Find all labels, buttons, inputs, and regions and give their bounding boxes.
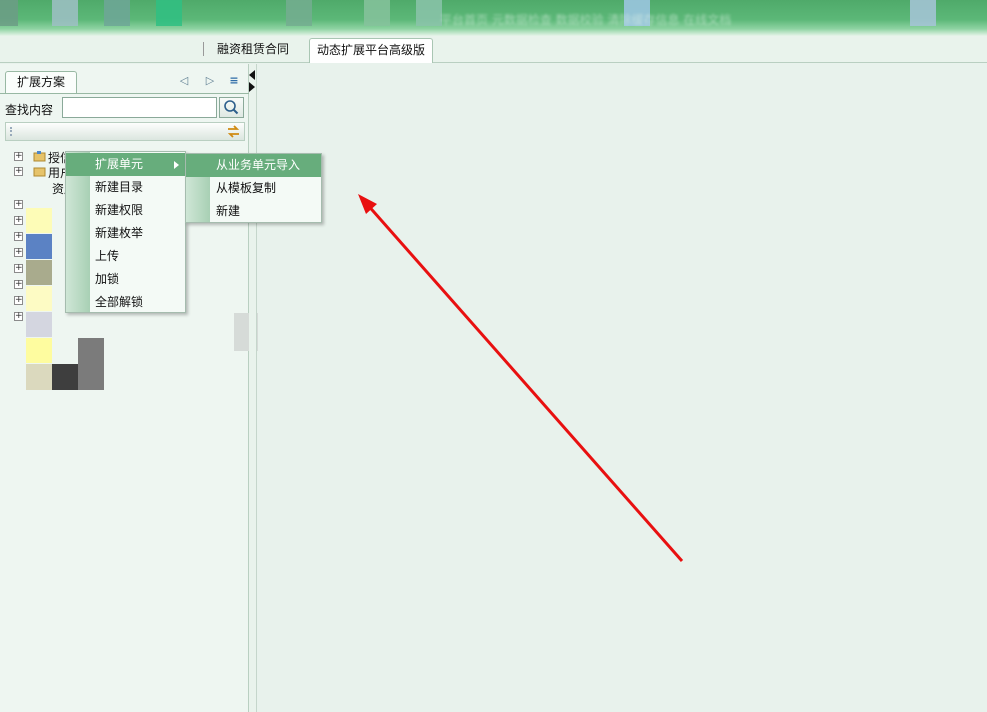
expand-icon[interactable]: + bbox=[14, 216, 23, 225]
blurred-region bbox=[156, 0, 182, 26]
submenu-item-new[interactable]: 新建 bbox=[186, 200, 321, 223]
menu-item-new-permission[interactable]: 新建权限 bbox=[66, 199, 185, 222]
submenu-item-copy-from-template[interactable]: 从模板复制 bbox=[186, 177, 321, 200]
folder-icon bbox=[33, 151, 46, 162]
blurred-region bbox=[0, 0, 18, 26]
search-icon bbox=[224, 100, 239, 115]
blurred-region bbox=[78, 338, 104, 390]
divider bbox=[0, 93, 249, 94]
tree-toolbar bbox=[5, 122, 245, 141]
context-submenu: 从业务单元导入 从模板复制 新建 bbox=[185, 153, 322, 223]
menu-item-new-enum[interactable]: 新建枚举 bbox=[66, 222, 185, 245]
tab-dynamic-extension-platform[interactable]: 动态扩展平台高级版 bbox=[309, 38, 434, 63]
refresh-icon bbox=[227, 125, 240, 138]
tab-separator bbox=[203, 42, 204, 56]
collapse-left-icon[interactable] bbox=[249, 70, 255, 80]
blurred-region bbox=[104, 0, 130, 26]
expand-icon[interactable]: + bbox=[14, 232, 23, 241]
blurred-region bbox=[52, 0, 78, 26]
expand-icon[interactable]: + bbox=[14, 200, 23, 209]
blurred-region bbox=[26, 234, 52, 259]
blurred-region bbox=[910, 0, 936, 26]
toolbar-grip[interactable] bbox=[10, 127, 13, 136]
menu-item-unlock-all[interactable]: 全部解锁 bbox=[66, 291, 185, 314]
blurred-region bbox=[26, 208, 52, 233]
expand-icon[interactable]: + bbox=[14, 248, 23, 257]
top-links[interactable]: 平台首页 元数据检查 数据校验 清除缓存信息 在线文档 bbox=[440, 11, 731, 28]
submenu-arrow-icon bbox=[174, 161, 179, 169]
forward-arrow-icon[interactable]: ▷ bbox=[203, 74, 217, 88]
blurred-region bbox=[52, 364, 78, 390]
panel-tab-extension-scheme[interactable]: 扩展方案 bbox=[5, 71, 77, 93]
back-arrow-icon[interactable]: ◁ bbox=[177, 74, 191, 88]
menu-item-lock[interactable]: 加锁 bbox=[66, 268, 185, 291]
menu-item-extension-unit[interactable]: 扩展单元 bbox=[66, 153, 185, 176]
menu-item-upload[interactable]: 上传 bbox=[66, 245, 185, 268]
context-menu: 扩展单元 新建目录 新建权限 新建枚举 上传 加锁 全部解锁 bbox=[65, 151, 186, 313]
search-label: 查找内容 bbox=[5, 103, 54, 117]
blurred-region bbox=[26, 260, 52, 285]
expand-icon[interactable]: + bbox=[14, 312, 23, 321]
blurred-region bbox=[286, 0, 312, 26]
expand-icon[interactable]: + bbox=[14, 264, 23, 273]
submenu-item-import-from-business-unit[interactable]: 从业务单元导入 bbox=[186, 154, 321, 177]
blurred-region bbox=[26, 364, 52, 390]
expand-icon[interactable]: + bbox=[14, 280, 23, 289]
blurred-region bbox=[364, 0, 390, 26]
expand-icon[interactable]: + bbox=[14, 296, 23, 305]
search-button[interactable] bbox=[219, 97, 244, 118]
refresh-button[interactable] bbox=[225, 124, 242, 139]
expand-right-icon[interactable] bbox=[249, 82, 255, 92]
expand-icon[interactable]: + bbox=[14, 152, 23, 161]
blurred-region bbox=[26, 338, 52, 363]
folder-icon bbox=[33, 167, 46, 177]
menu-item-label: 扩展单元 bbox=[95, 157, 144, 171]
tab-bar: 融资租赁合同 动态扩展平台高级版 bbox=[0, 36, 987, 63]
blurred-region bbox=[26, 286, 52, 311]
menu-item-new-directory[interactable]: 新建目录 bbox=[66, 176, 185, 199]
main-content bbox=[258, 64, 987, 712]
app-banner: 平台首页 元数据检查 数据校验 清除缓存信息 在线文档 bbox=[0, 0, 987, 36]
blurred-region bbox=[416, 0, 442, 26]
tab-financing-lease-contract[interactable]: 融资租赁合同 bbox=[210, 38, 296, 63]
list-icon[interactable]: ≡ bbox=[227, 74, 241, 88]
blurred-region bbox=[26, 312, 52, 337]
expand-icon[interactable]: + bbox=[14, 167, 23, 176]
search-input[interactable] bbox=[62, 97, 217, 118]
